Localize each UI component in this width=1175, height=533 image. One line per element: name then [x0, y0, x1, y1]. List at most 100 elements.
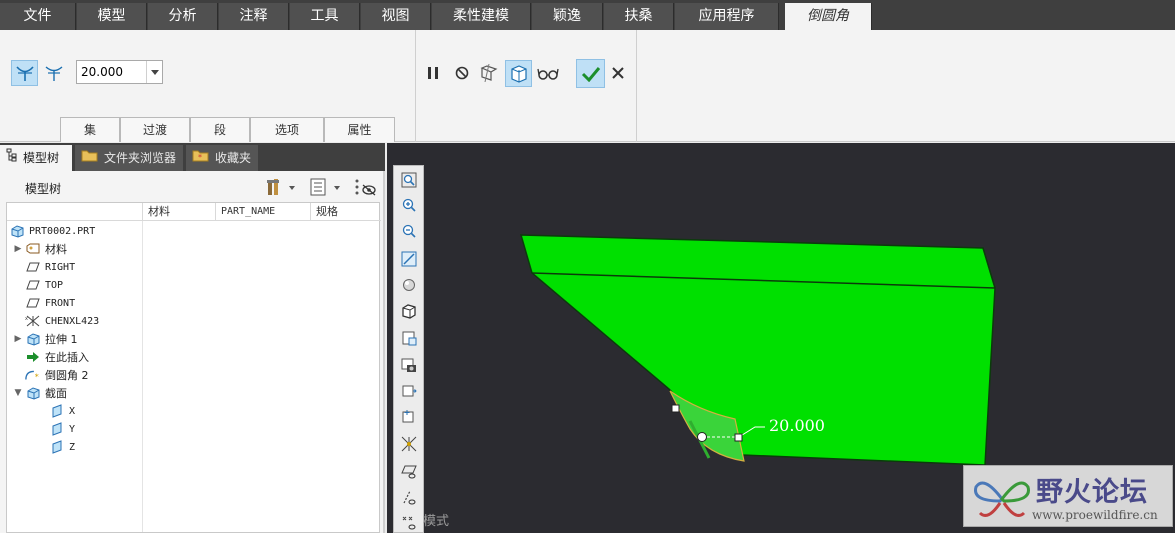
full-round-icon[interactable]: [41, 60, 67, 86]
tree-item-label: 截面: [45, 387, 67, 400]
refit-zoom-icon[interactable]: [398, 169, 420, 191]
tab-tools[interactable]: 工具: [290, 3, 360, 30]
display-style-icon[interactable]: [398, 274, 420, 296]
tab-fusang[interactable]: 扶桑: [604, 3, 674, 30]
radius-input[interactable]: [77, 61, 145, 83]
section-plane-icon: [49, 440, 65, 454]
green-solid-body: [519, 234, 996, 466]
show-list-icon[interactable]: [309, 177, 341, 200]
tree-item-part[interactable]: PRT0002.PRT: [7, 222, 95, 240]
view-manager-icon[interactable]: [398, 354, 420, 376]
watermark-logo: 野火论坛 www.proewildfire.cn: [963, 465, 1173, 527]
tab-flexible-modeling[interactable]: 柔性建模: [432, 3, 531, 30]
tab-yingyi[interactable]: 颖逸: [532, 3, 603, 30]
perspective-view-icon[interactable]: [398, 380, 420, 402]
navigator-pane: 模型树 文件夹浏览器 * 收藏夹 模型树 材料 PART_NAME 规格 PRT: [0, 143, 385, 533]
tab-file[interactable]: 文件: [0, 3, 76, 30]
subtab-options[interactable]: 选项: [250, 117, 324, 142]
tree-item-insert-here[interactable]: 在此插入: [23, 348, 89, 366]
coordinate-system-icon: x: [25, 314, 41, 328]
expand-arrow-icon[interactable]: ▶: [13, 244, 23, 254]
subtab-properties[interactable]: 属性: [324, 117, 395, 142]
favorites-folder-icon: *: [192, 145, 210, 171]
settings-tools-icon[interactable]: [266, 177, 296, 200]
tab-analysis[interactable]: 分析: [148, 3, 218, 30]
datum-display-icon[interactable]: [398, 433, 420, 455]
model-tree-icon: [6, 145, 18, 171]
svg-text:x: x: [25, 316, 28, 322]
zoom-in-icon[interactable]: [398, 194, 420, 216]
point-display-icon[interactable]: [398, 511, 420, 533]
no-preview-icon[interactable]: [451, 62, 473, 84]
radius-dimension-label[interactable]: 20.000: [769, 416, 825, 435]
mode-status-text: 模式: [423, 514, 450, 529]
column-material[interactable]: 材料: [142, 203, 215, 221]
axis-display-icon[interactable]: [398, 486, 420, 508]
tree-item-label: FRONT: [45, 297, 76, 309]
drag-handle-top: [671, 404, 680, 413]
repaint-icon[interactable]: [398, 248, 420, 270]
subtab-pieces[interactable]: 段: [190, 117, 250, 142]
confirm-check-icon[interactable]: [576, 59, 605, 88]
section-plane-icon: [49, 422, 65, 436]
drag-handle-radius: [734, 433, 743, 442]
tree-item-section-z[interactable]: Z: [47, 438, 75, 456]
saved-views-icon[interactable]: [398, 327, 420, 349]
drag-handle-center: [697, 432, 707, 442]
tab-favorites[interactable]: * 收藏夹: [186, 145, 258, 171]
radius-combobox[interactable]: [76, 60, 163, 84]
plane-display-icon[interactable]: [398, 460, 420, 482]
filter-visibility-icon[interactable]: [354, 177, 378, 200]
tree-item-front-plane[interactable]: FRONT: [23, 294, 75, 312]
tree-item-material[interactable]: ▶ 材料: [7, 240, 67, 258]
part-icon: [9, 224, 25, 238]
cancel-close-icon[interactable]: [608, 63, 628, 83]
column-spec[interactable]: 规格: [310, 203, 381, 221]
tab-annotate[interactable]: 注释: [219, 3, 289, 30]
geometry-preview-icon[interactable]: [477, 61, 501, 85]
collapse-arrow-icon[interactable]: ▼: [13, 388, 23, 398]
spin-center-icon[interactable]: [398, 406, 420, 428]
tab-view[interactable]: 视图: [361, 3, 431, 30]
chevron-down-icon[interactable]: [146, 61, 162, 83]
tree-item-csys[interactable]: x CHENXL423: [23, 312, 99, 330]
tree-item-section-x[interactable]: X: [47, 402, 75, 420]
pause-icon[interactable]: [423, 62, 443, 84]
zoom-out-icon[interactable]: [398, 220, 420, 242]
tree-item-label: 倒圆角 2: [45, 369, 89, 382]
view-toolbar: [393, 165, 424, 533]
tab-model-tree[interactable]: 模型树: [0, 145, 72, 171]
tab-model[interactable]: 模型: [77, 3, 147, 30]
tree-item-section[interactable]: ▼ 截面: [7, 384, 67, 402]
subtab-sets[interactable]: 集: [60, 117, 120, 142]
column-part-name[interactable]: PART_NAME: [215, 203, 310, 221]
datum-plane-icon: [25, 278, 41, 292]
tree-item-section-y[interactable]: Y: [47, 420, 75, 438]
tree-item-label: 材料: [45, 243, 67, 256]
tree-item-right-plane[interactable]: RIGHT: [23, 258, 75, 276]
tree-item-label: Z: [69, 441, 76, 453]
standard-orientation-icon[interactable]: [398, 300, 420, 322]
tree-item-label: X: [69, 405, 76, 417]
tree-item-label: TOP: [45, 279, 64, 291]
tree-item-round[interactable]: * 倒圆角 2: [23, 366, 89, 384]
ribbon-tab-bar: 文件 模型 分析 注释 工具 视图 柔性建模 颖逸 扶桑 应用程序 倒圆角: [0, 0, 1175, 30]
tab-folder-browser[interactable]: 文件夹浏览器: [75, 145, 183, 171]
verify-model-icon[interactable]: [505, 60, 532, 87]
model-tree: 材料 PART_NAME 规格 PRT0002.PRT ▶ 材料 RIGHT T…: [6, 202, 381, 533]
subtab-transitions[interactable]: 过渡: [120, 117, 190, 142]
preview-glasses-icon[interactable]: [535, 61, 561, 85]
tab-label: 模型树: [23, 151, 60, 165]
navigator-tabs: 模型树 文件夹浏览器 * 收藏夹: [0, 143, 385, 171]
insert-here-icon: [25, 350, 41, 364]
constant-round-icon[interactable]: [11, 60, 38, 86]
tree-item-top-plane[interactable]: TOP: [23, 276, 63, 294]
watermark-title: 野火论坛: [1036, 477, 1148, 508]
tree-item-extrude[interactable]: ▶ 拉伸 1: [7, 330, 78, 348]
butterfly-logo-icon: [974, 481, 1030, 517]
tab-label: 收藏夹: [215, 151, 252, 165]
expand-arrow-icon[interactable]: ▶: [13, 334, 23, 344]
tab-round[interactable]: 倒圆角: [785, 3, 872, 30]
column-tree: [7, 203, 142, 221]
tab-applications[interactable]: 应用程序: [675, 3, 779, 30]
